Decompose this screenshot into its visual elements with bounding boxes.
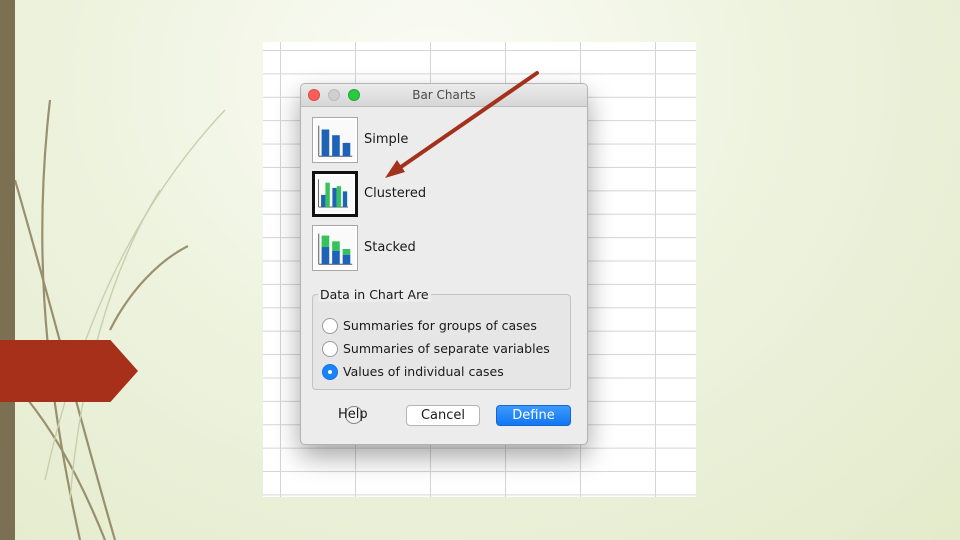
chart-label-stacked: Stacked <box>364 240 416 255</box>
define-button[interactable]: Define <box>496 405 571 426</box>
radio-summaries-groups[interactable]: Summaries for groups of cases <box>322 317 562 335</box>
chart-option-simple[interactable]: Simple <box>312 117 532 165</box>
radio-summaries-variables[interactable]: Summaries of separate variables <box>322 340 562 358</box>
stacked-bar-chart-icon[interactable] <box>312 225 358 271</box>
title-bar[interactable]: Bar Charts <box>301 84 587 107</box>
radio-label: Values of individual cases <box>343 364 504 379</box>
chart-option-stacked[interactable]: Stacked <box>312 225 532 273</box>
radio-button[interactable] <box>322 341 338 357</box>
group-title: Data in Chart Are <box>318 287 431 302</box>
radio-label: Summaries of separate variables <box>343 341 550 356</box>
dialog-title: Bar Charts <box>412 88 476 102</box>
help-button[interactable]: Help <box>338 404 378 426</box>
chart-option-clustered[interactable]: Clustered <box>312 171 532 219</box>
radio-label: Summaries for groups of cases <box>343 318 537 333</box>
chart-label-clustered: Clustered <box>364 186 427 201</box>
radio-individual-cases[interactable]: Values of individual cases <box>322 363 562 381</box>
slide-accent-tab <box>0 340 138 402</box>
chart-label-simple: Simple <box>364 132 409 147</box>
clustered-bar-chart-icon[interactable] <box>312 171 358 217</box>
simple-bar-chart-icon[interactable] <box>312 117 358 163</box>
radio-button[interactable] <box>322 318 338 334</box>
cancel-button[interactable]: Cancel <box>406 405 480 426</box>
radio-selected-icon[interactable] <box>322 364 338 380</box>
bar-charts-dialog: Bar Charts Simple Clustered Stacked Data… <box>300 83 588 445</box>
